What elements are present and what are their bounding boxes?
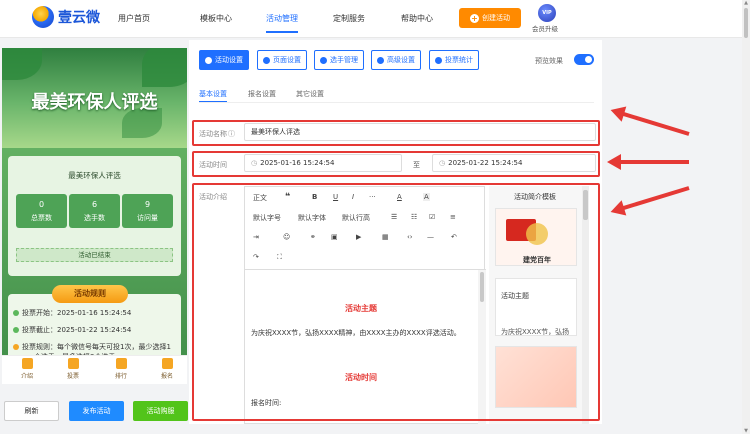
scroll-down-icon[interactable]: ▼ [743,428,749,434]
tab-vote[interactable]: 投票 [58,358,88,380]
activity-summary-card: 最美环保人评选 0 总票数 6 选手数 9 访问量 活动已结束 [8,156,181,276]
top-navbar: 壹云微 用户首页 模板中心 活动管理 定制服务 帮助中心 + 创建活动 VIP … [0,0,742,38]
stat-value: 0 [38,200,45,209]
settings-panel: 活动设置 页面设置 选手管理 高级设置 投票统计 预览效果 基本设置 报名设置 … [189,40,602,426]
stat-value: 9 [144,200,151,209]
rule-item: 投票规则：每个微信号每天可投1次，最少选择1 [13,342,171,352]
rules-title-badge: 活动规则 [52,285,128,303]
preview-tabbar: 介绍 投票 排行 报名 [2,355,187,384]
mobile-preview: 最美环保人评选 最美环保人评选 0 总票数 6 选手数 9 访问量 活动已结束 … [2,48,187,384]
logo-icon [32,6,54,28]
nav-help-center[interactable]: 帮助中心 [401,13,433,24]
settings-icon [205,56,212,64]
activity-settings-button[interactable]: 活动设置 [199,50,249,70]
divider [199,102,594,103]
gear-icon [263,56,270,64]
nav-activity-management[interactable]: 活动管理 [266,13,298,24]
preview-effect-label: 预览效果 [535,57,563,65]
vip-upgrade-link[interactable]: 会员升级 [532,23,558,33]
vip-icon[interactable]: VIP [538,4,556,22]
stat-contestants: 6 选手数 [69,194,120,228]
chart-icon [435,56,442,64]
users-icon [320,56,327,64]
annotation-arrow [619,186,690,211]
rule-item: 投票开始：2025-01-16 15:24:54 [13,308,131,318]
contestant-management-button[interactable]: 选手管理 [314,50,364,70]
tab-intro[interactable]: 介绍 [12,358,42,380]
tab-ranking[interactable]: 排行 [106,358,136,380]
buy-activity-button[interactable]: 活动购服 [133,401,188,421]
preview-banner: 最美环保人评选 [2,48,187,148]
brand-logo[interactable]: 壹云微 [32,6,100,28]
intro-icon [21,358,33,369]
tab-signup-settings[interactable]: 报名设置 [248,89,276,99]
annotation-arrow [619,111,690,136]
scroll-thumb[interactable] [744,8,748,38]
advanced-settings-button[interactable]: 高级设置 [371,50,421,70]
nav-custom-services[interactable]: 定制服务 [333,13,365,24]
publish-button[interactable]: 发布活动 [69,401,124,421]
activity-status: 活动已结束 [16,248,173,262]
stat-label: 总票数 [31,214,52,222]
page-scrollbar[interactable]: ▲ ▼ [742,0,750,434]
rule-item: 投票截止：2025-01-22 15:24:54 [13,325,131,335]
tab-basic-settings[interactable]: 基本设置 [199,89,227,99]
banner-title: 最美环保人评选 [31,92,158,113]
page-settings-button[interactable]: 页面设置 [257,50,307,70]
stat-visits: 9 访问量 [122,194,173,228]
tab-signup[interactable]: 报名 [152,358,182,380]
trophy-icon [115,358,127,369]
tab-other-settings[interactable]: 其它设置 [296,89,324,99]
highlight-box-time [192,151,600,177]
preview-toggle[interactable] [574,54,594,65]
vote-statistics-button[interactable]: 投票统计 [429,50,479,70]
create-activity-label: 创建活动 [482,14,510,22]
activity-title: 最美环保人评选 [68,171,121,180]
bullet-icon [13,344,19,350]
bullet-icon [13,310,19,316]
signup-icon [161,358,173,369]
stat-value: 6 [91,200,98,209]
refresh-button[interactable]: 刷新 [4,401,59,421]
sliders-icon [377,56,384,64]
highlight-box-name [192,120,600,146]
leaf-decoration [2,48,42,80]
preview-body: 最美环保人评选 0 总票数 6 选手数 9 访问量 活动已结束 投票开始：202… [2,148,187,384]
nav-active-indicator [266,31,298,33]
scroll-up-icon[interactable]: ▲ [743,0,749,6]
stat-total-votes: 0 总票数 [16,194,67,228]
bullet-icon [13,327,19,333]
nav-templates[interactable]: 模板中心 [200,13,232,24]
highlight-box-intro [192,183,600,421]
brand-name: 壹云微 [58,10,100,26]
vote-icon [67,358,79,369]
nav-home[interactable]: 用户首页 [118,13,150,24]
stat-label: 访问量 [137,214,158,222]
annotation-arrow [607,154,689,170]
stat-label: 选手数 [84,214,105,222]
plus-icon: + [470,13,479,23]
leaf-decoration [142,48,187,87]
create-activity-button[interactable]: + 创建活动 [459,8,521,28]
